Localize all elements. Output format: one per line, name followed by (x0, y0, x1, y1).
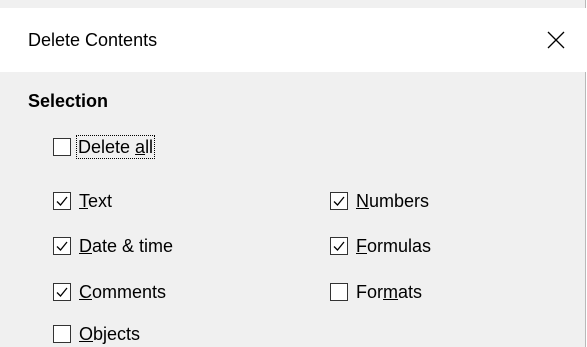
checkbox-label: Objects (79, 324, 141, 344)
checkbox-box (53, 138, 71, 156)
checkbox-box (330, 283, 348, 301)
dialog-title: Delete Contents (28, 30, 158, 50)
close-button[interactable] (526, 8, 586, 72)
checkmark-icon (333, 241, 345, 251)
checkbox-label: Date & time (79, 236, 174, 256)
formulas-checkbox[interactable]: Formulas (330, 234, 431, 258)
checkbox-label: Formulas (356, 236, 432, 256)
checkbox-box (53, 237, 71, 255)
formats-checkbox[interactable]: Formats (330, 280, 422, 304)
dialog-titlebar: Delete Contents (0, 8, 586, 72)
text-checkbox[interactable]: Text (53, 189, 112, 213)
checkbox-label: Numbers (356, 191, 430, 211)
checkmark-icon (56, 287, 68, 297)
checkmark-icon (56, 241, 68, 251)
checkbox-box (53, 283, 71, 301)
objects-checkbox[interactable]: Objects (53, 322, 140, 346)
checkbox-box (53, 325, 71, 343)
comments-checkbox[interactable]: Comments (53, 280, 166, 304)
checkbox-box (330, 237, 348, 255)
checkbox-label: Formats (356, 282, 423, 302)
numbers-checkbox[interactable]: Numbers (330, 189, 429, 213)
checkbox-box (53, 192, 71, 210)
checkmark-icon (333, 196, 345, 206)
delete-all-checkbox[interactable]: Delete all (53, 135, 156, 159)
close-icon (547, 31, 565, 49)
checkmark-icon (56, 196, 68, 206)
selection-heading: Selection (28, 91, 109, 111)
checkbox-label: Text (79, 191, 113, 211)
checkbox-box (330, 192, 348, 210)
delete-contents-dialog: Delete Contents Selection Delete all Tex… (0, 0, 586, 347)
checkbox-label: Comments (79, 282, 167, 302)
checkbox-label: Delete all (76, 135, 156, 159)
date-time-checkbox[interactable]: Date & time (53, 234, 173, 258)
